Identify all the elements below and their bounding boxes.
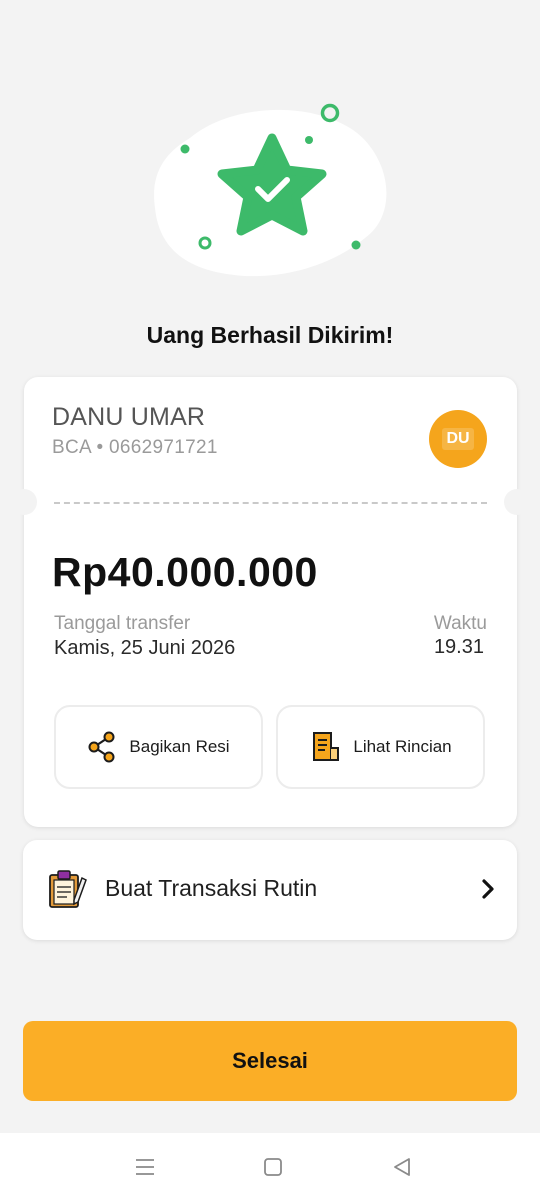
menu-icon[interactable]: [133, 1155, 157, 1179]
share-icon: [88, 731, 115, 763]
transfer-time-label: Waktu: [433, 613, 487, 634]
share-receipt-button[interactable]: Bagikan Resi: [54, 705, 263, 789]
home-icon[interactable]: [261, 1155, 285, 1179]
receipt-divider: [54, 502, 487, 504]
success-title: Uang Berhasil Dikirim!: [146, 322, 394, 348]
share-receipt-label: Bagikan Resi: [129, 737, 230, 756]
view-details-label: Lihat Rincian: [353, 737, 452, 756]
avatar: DU: [429, 410, 487, 468]
routine-transaction-label: Buat Transaksi Rutin: [105, 875, 318, 901]
chevron-right-icon: [482, 879, 494, 899]
clipboard-icon: [49, 870, 87, 908]
receipt-card: DANU UMAR BCA • 0662971721 DU Rp40.000.0…: [11, 377, 530, 827]
transfer-success-screen: Uang Berhasil Dikirim! DANU UMAR BCA • 0…: [0, 0, 540, 1200]
back-icon[interactable]: [390, 1155, 414, 1179]
recipient-name: DANU UMAR: [52, 403, 206, 431]
avatar-initials: DU: [442, 428, 474, 450]
create-routine-transaction-card[interactable]: Buat Transaksi Rutin: [23, 840, 517, 940]
receipt-icon: [313, 732, 340, 761]
success-illustration: [150, 98, 395, 288]
star-check-icon: [154, 103, 387, 277]
transfer-date-value: Kamis, 25 Juni 2026: [54, 637, 236, 659]
system-navigation-bar: [0, 1133, 540, 1200]
receipt-notch: [11, 489, 37, 515]
done-button[interactable]: Selesai: [23, 1021, 517, 1101]
transfer-amount: Rp40.000.000: [52, 549, 318, 595]
recipient-account: BCA • 0662971721: [52, 437, 218, 458]
transfer-time-value: 19.31: [433, 636, 484, 658]
view-details-button[interactable]: Lihat Rincian: [276, 705, 485, 789]
transfer-date-label: Tanggal transfer: [54, 613, 191, 634]
receipt-notch: [504, 489, 530, 515]
